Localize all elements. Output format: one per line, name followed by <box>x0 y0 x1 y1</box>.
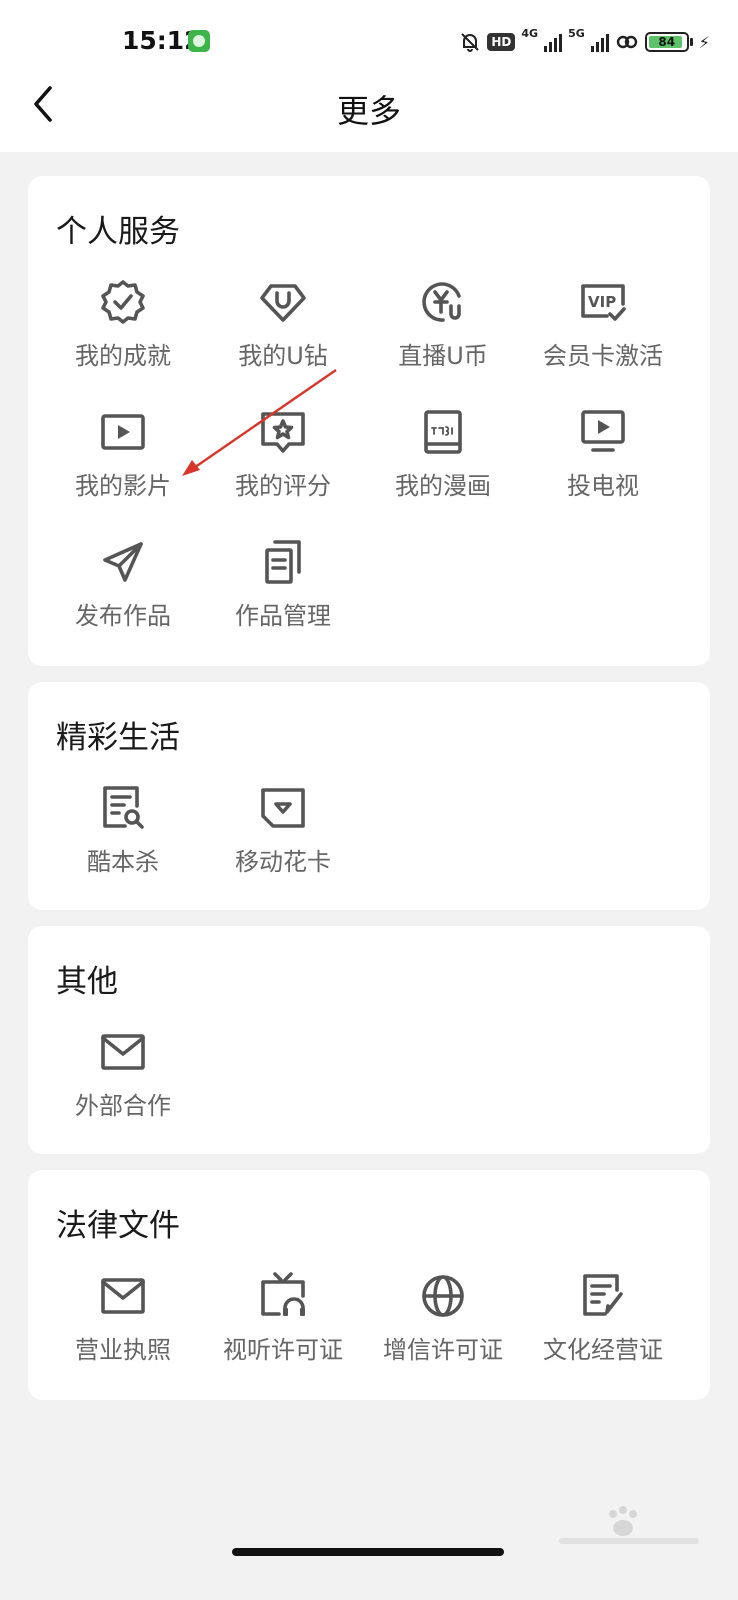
works-manage-icon <box>257 536 309 588</box>
item-label: 我的评分 <box>235 472 331 500</box>
item-works-management[interactable]: 作品管理 <box>202 536 364 646</box>
item-external-cooperation[interactable]: 外部合作 <box>42 1026 204 1136</box>
vip-card-icon: VIP <box>577 276 629 328</box>
item-my-u-diamond[interactable]: 我的U钻 <box>202 276 364 386</box>
section-title: 个人服务 <box>56 214 180 250</box>
net-5g-label: 5G <box>568 27 585 40</box>
u-coin-icon <box>417 276 469 328</box>
item-my-videos[interactable]: 我的影片 <box>42 406 204 516</box>
signal-bars-icon <box>544 32 563 52</box>
item-label: 我的U钻 <box>238 342 328 370</box>
item-mobile-flower-card[interactable]: 移动花卡 <box>202 782 364 892</box>
section-title: 精彩生活 <box>56 720 180 756</box>
item-label: 会员卡激活 <box>543 342 663 370</box>
top-bar: 15:12 HD 4G 5G 84 ⚡ 更多 <box>0 0 738 152</box>
status-indicators: HD 4G 5G 84 ⚡ <box>459 26 710 58</box>
item-label: 直播U币 <box>398 342 488 370</box>
item-label: 视听许可证 <box>223 1336 343 1364</box>
item-label: 我的漫画 <box>395 472 491 500</box>
video-play-icon <box>97 406 149 458</box>
battery-level: 84 <box>658 35 676 49</box>
page-title: 更多 <box>336 92 401 130</box>
section-other: 其他 外部合作 <box>28 926 710 1154</box>
item-cast-to-tv[interactable]: 投电视 <box>522 406 684 516</box>
item-publish-works[interactable]: 发布作品 <box>42 536 204 646</box>
envelope-icon <box>97 1270 149 1322</box>
comic-book-icon <box>417 406 469 458</box>
u-diamond-icon <box>257 276 309 328</box>
home-indicator[interactable] <box>232 1548 504 1556</box>
app-notification-icon <box>188 30 210 52</box>
net-4g-label: 4G <box>521 27 539 40</box>
item-label: 文化经营证 <box>543 1336 663 1364</box>
baidu-paw-watermark <box>559 1506 699 1544</box>
flower-card-icon <box>257 782 309 834</box>
section-title: 其他 <box>56 964 118 1000</box>
script-search-icon <box>97 782 149 834</box>
tv-headphones-icon <box>257 1270 309 1322</box>
item-my-achievements[interactable]: 我的成就 <box>42 276 204 386</box>
hd-badge: HD <box>487 33 516 51</box>
item-label: 移动花卡 <box>235 848 331 876</box>
item-live-u-coin[interactable]: 直播U币 <box>362 276 524 386</box>
section-personal-services: 个人服务 我的成就 我的U钻 直播U币 VIP 会员卡激活 我的影片 我的评分 <box>28 176 710 666</box>
item-label: 增信许可证 <box>383 1336 503 1364</box>
charging-icon: ⚡ <box>698 32 710 52</box>
envelope-icon <box>97 1026 149 1078</box>
document-edit-icon <box>577 1270 629 1322</box>
section-title: 法律文件 <box>56 1208 180 1244</box>
cast-tv-icon <box>577 406 629 458</box>
bell-muted-icon <box>461 33 480 52</box>
item-script-kill[interactable]: 酷本杀 <box>42 782 204 892</box>
item-value-added-license[interactable]: 增信许可证 <box>362 1270 524 1380</box>
svg-text:VIP: VIP <box>588 293 616 311</box>
item-label: 投电视 <box>567 472 639 500</box>
achievement-badge-icon <box>97 276 149 328</box>
item-label: 我的成就 <box>75 342 171 370</box>
link-loop-icon <box>616 35 637 49</box>
item-av-license[interactable]: 视听许可证 <box>202 1270 364 1380</box>
item-label: 外部合作 <box>75 1092 171 1120</box>
item-label: 酷本杀 <box>87 848 159 876</box>
globe-icon <box>417 1270 469 1322</box>
item-culture-license[interactable]: 文化经营证 <box>522 1270 684 1380</box>
paper-plane-icon <box>97 536 149 588</box>
item-label: 我的影片 <box>75 472 171 500</box>
section-legal-documents: 法律文件 营业执照 视听许可证 增信许可证 文化经营证 <box>28 1170 710 1400</box>
item-label: 营业执照 <box>75 1336 171 1364</box>
rating-star-icon <box>257 406 309 458</box>
item-label: 作品管理 <box>235 602 331 630</box>
battery-icon: 84 <box>644 32 693 52</box>
signal-bars-icon <box>590 32 609 52</box>
item-my-comics[interactable]: 我的漫画 <box>362 406 524 516</box>
item-vip-card-activate[interactable]: VIP 会员卡激活 <box>522 276 684 386</box>
item-business-license[interactable]: 营业执照 <box>42 1270 204 1380</box>
section-wonderful-life: 精彩生活 酷本杀 移动花卡 <box>28 682 710 910</box>
item-label: 发布作品 <box>75 602 171 630</box>
item-my-ratings[interactable]: 我的评分 <box>202 406 364 516</box>
